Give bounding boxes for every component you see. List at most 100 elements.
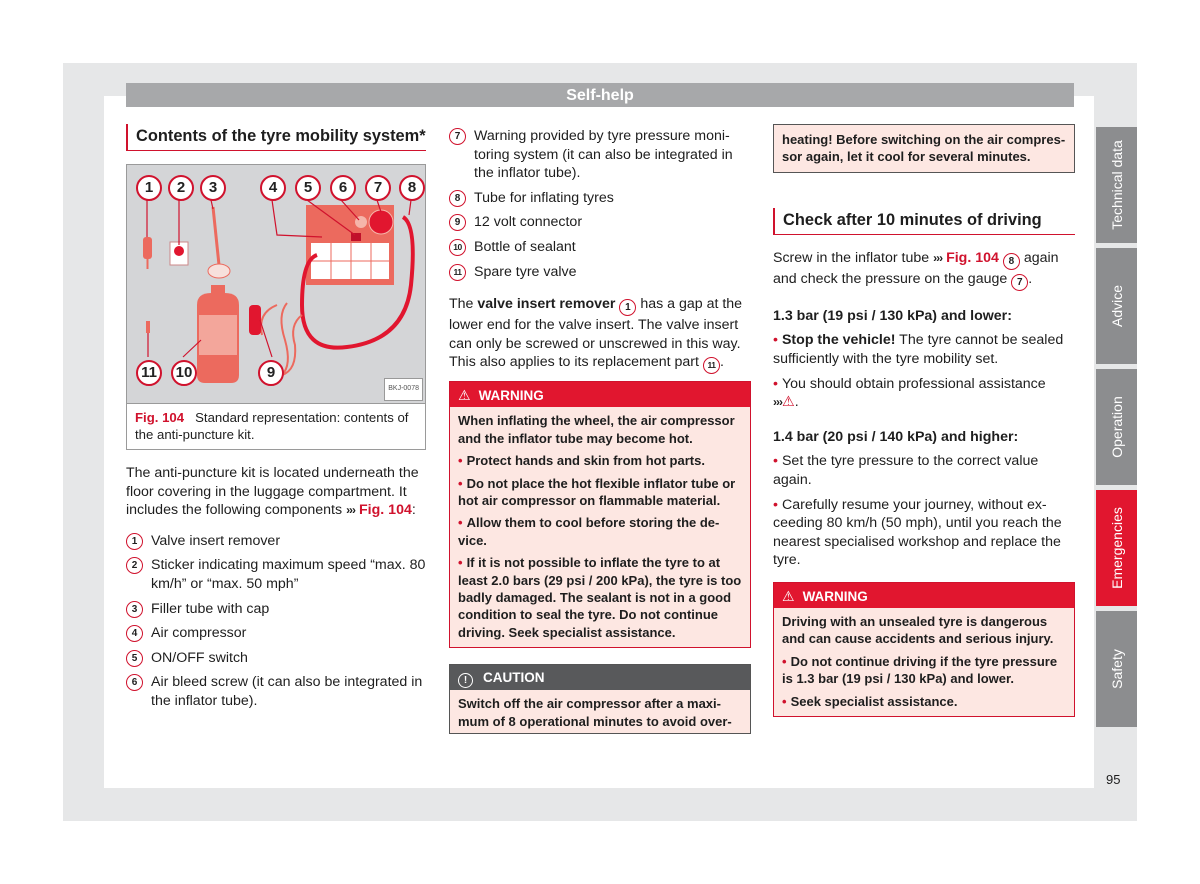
components-list-a: 1 Valve insert remover 2 Sticker indicatin…	[126, 532, 426, 711]
valve-remover-paragraph: The valve insert remover 1 has a gap at …	[449, 295, 751, 375]
list-item: 9 12 volt connector	[449, 213, 751, 232]
column-2: 7 Warning provided by tyre pressure moni­…	[449, 124, 751, 735]
warning-triangle-icon: ⚠	[458, 387, 471, 404]
side-tab-emergencies[interactable]: Emergencies	[1096, 490, 1137, 606]
number-badge: 4	[126, 625, 143, 643]
check-paragraph: Screw in the inflator tube ››› Fig. 104 …	[773, 249, 1075, 291]
list-item: 8 Tube for inflating tyres	[449, 189, 751, 208]
filler-tube-shape	[211, 206, 221, 266]
warning-box-hot-parts: ⚠ WARNING When inflating the wheel, the a…	[449, 381, 751, 649]
number-badge: 9	[449, 214, 466, 232]
connector-shape	[249, 305, 261, 335]
side-tab-safety[interactable]: Safety	[1096, 611, 1137, 727]
bullet-icon: •	[458, 475, 463, 491]
figure-104: 1 2 3 4 5 6 7 8 9 10 11 BKJ-0078 Fig. 10…	[126, 164, 426, 450]
reference-arrows-icon: ›››	[773, 395, 783, 410]
bullet-icon: •	[458, 555, 463, 571]
bullet-item: • Stop the vehicle! The tyre cannot be se…	[773, 332, 1064, 367]
caution-box: ! CAUTION Switch off the air compressor a…	[449, 664, 751, 735]
valve-remover-shape	[143, 237, 152, 259]
caution-body: Switch off the air compressor after a ma…	[458, 696, 732, 729]
list-item: 5 ON/OFF switch	[126, 649, 426, 668]
warning-header: ⚠ WARNING	[450, 382, 750, 408]
figure-link[interactable]: Fig. 104	[946, 250, 999, 266]
bullet-icon: •	[458, 515, 463, 531]
warning-triangle-icon[interactable]: ⚠	[782, 394, 795, 410]
warning-bullet: • If it is not possible to inflate the ty…	[458, 555, 742, 640]
callout-6: 6	[330, 175, 356, 201]
bullet-item: • Carefully resume your journey, without …	[773, 496, 1062, 569]
side-tab-operation[interactable]: Operation	[1096, 369, 1137, 485]
column-3: heating! Before switching on the air com…	[773, 124, 1075, 717]
bullet-icon: •	[773, 496, 778, 513]
bullet-icon: •	[458, 453, 463, 469]
number-badge: 11	[702, 357, 720, 375]
bullet-item: • Set the tyre pressure to the correct va…	[773, 453, 1039, 488]
page-number: 95	[1106, 772, 1121, 787]
bullet-icon: •	[773, 375, 778, 392]
callout-11: 11	[136, 360, 162, 386]
intro-paragraph: The anti-puncture kit is located underne…	[126, 465, 419, 519]
bullet-item: • You should obtain professional assistan…	[773, 375, 1046, 411]
list-item: 7 Warning provided by tyre pressure moni­…	[449, 127, 751, 183]
list-item: 1 Valve insert remover	[126, 532, 426, 551]
list-item: 3 Filler tube with cap	[126, 600, 426, 619]
figure-image: 1 2 3 4 5 6 7 8 9 10 11 BKJ-0078	[127, 165, 425, 404]
number-badge: 10	[449, 238, 466, 256]
number-badge: 8	[1002, 252, 1020, 270]
caution-box-continued: heating! Before switching on the air com…	[773, 124, 1075, 173]
number-badge: 1	[126, 532, 143, 550]
list-item: 6 Air bleed screw (it can also be integra…	[126, 673, 426, 710]
warning-body: When inflating the wheel, the air compre…	[458, 413, 742, 640]
warning-bullet: • Seek specialist assistance.	[782, 693, 958, 709]
reference-arrows-icon: ›››	[346, 503, 356, 518]
warning-bullet: • Allow them to cool before storing the d…	[458, 515, 720, 548]
callout-3: 3	[200, 175, 226, 201]
high-pressure-heading: 1.4 bar (20 psi / 140 kPa) and higher:	[773, 428, 1019, 445]
list-item: 10 Bottle of sealant	[449, 238, 751, 257]
warning-box-unsealed-tyre: ⚠ WARNING Driving with an unsealed tyre i…	[773, 581, 1075, 717]
figure-link[interactable]: Fig. 104	[359, 502, 412, 518]
caution-header: ! CAUTION	[450, 665, 750, 691]
warning-header: ⚠ WARNING	[774, 582, 1074, 608]
number-badge: 2	[126, 557, 143, 575]
caution-exclamation-icon: !	[458, 673, 473, 689]
components-list-b: 7 Warning provided by tyre pressure moni­…	[449, 127, 751, 281]
list-item: 4 Air compressor	[126, 624, 426, 643]
list-item: 2 Sticker indicating maximum speed “max. …	[126, 556, 426, 593]
warning-bullet: • Do not continue driving if the tyre pre…	[782, 653, 1058, 687]
callout-8: 8	[399, 175, 425, 201]
callout-7: 7	[365, 175, 391, 201]
bullet-icon: •	[782, 653, 787, 669]
side-tab-technical-data[interactable]: Technical data	[1096, 127, 1137, 243]
callout-1: 1	[136, 175, 162, 201]
number-badge: 7	[1011, 273, 1029, 291]
section-header: Self-help	[126, 83, 1074, 107]
callout-9: 9	[258, 360, 284, 386]
spare-valve-shape	[146, 321, 150, 333]
number-badge: 3	[126, 600, 143, 618]
callout-5: 5	[295, 175, 321, 201]
bullet-icon: •	[773, 332, 778, 349]
callout-4: 4	[260, 175, 286, 201]
low-pressure-heading: 1.3 bar (19 psi / 130 kPa) and lower:	[773, 307, 1012, 324]
list-item: 11 Spare tyre valve	[449, 263, 751, 282]
bullet-icon: •	[782, 693, 787, 709]
number-badge: 11	[449, 263, 466, 281]
section-heading-contents: Contents of the tyre mobility system*	[126, 124, 426, 151]
figure-label: Fig. 104	[135, 410, 185, 425]
figure-caption: Fig. 104 Standard representation: conten…	[127, 404, 425, 449]
callout-2: 2	[168, 175, 194, 201]
reference-arrows-icon: ›››	[933, 250, 943, 265]
figure-code: BKJ-0078	[384, 378, 423, 401]
section-heading-check: Check after 10 minutes of driving	[773, 207, 1075, 235]
number-badge: 6	[126, 674, 143, 692]
number-badge: 7	[449, 128, 466, 145]
number-badge: 8	[449, 189, 466, 207]
warning-body: Driving with an unsealed tyre is dangero…	[774, 608, 1074, 716]
warning-bullet: • Protect hands and skin from hot parts.	[458, 453, 705, 469]
side-tab-advice[interactable]: Advice	[1096, 248, 1137, 364]
column-1: Contents of the tyre mobility system* 1 …	[126, 124, 426, 717]
warning-triangle-icon: ⚠	[782, 587, 795, 604]
bullet-icon: •	[773, 453, 778, 470]
